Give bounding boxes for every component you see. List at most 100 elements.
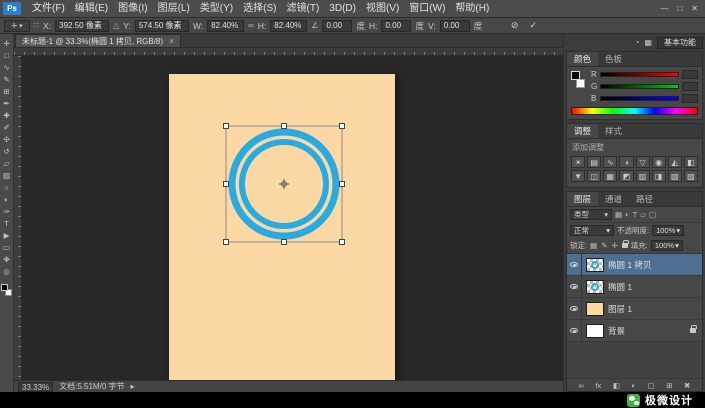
document-canvas[interactable] bbox=[169, 74, 395, 380]
zoom-tool[interactable]: ◎ bbox=[0, 267, 13, 276]
commit-transform-icon[interactable]: ✓ bbox=[529, 20, 537, 31]
foreground-color-swatch[interactable] bbox=[571, 71, 580, 80]
pen-tool[interactable]: ✑ bbox=[0, 207, 13, 216]
v-skew-input[interactable]: 0.00 bbox=[439, 19, 470, 32]
shape-tool[interactable]: ▭ bbox=[0, 243, 13, 252]
layer-name[interactable]: 椭圆 1 拷贝 bbox=[608, 259, 651, 271]
exposure-icon[interactable]: ◑ bbox=[619, 156, 634, 168]
gradient-map-icon[interactable]: ▨ bbox=[683, 170, 698, 182]
color-lookup-icon[interactable]: ▦ bbox=[603, 170, 618, 182]
tool-preset-dropdown[interactable]: ✛ ▾ bbox=[4, 19, 30, 32]
eraser-tool[interactable]: ▱ bbox=[0, 159, 13, 168]
h-skew-input[interactable]: 0.00 bbox=[381, 19, 412, 32]
layer-thumbnail[interactable] bbox=[586, 279, 604, 294]
layer-name[interactable]: 图层 1 bbox=[608, 303, 632, 315]
foreground-color-swatch[interactable] bbox=[1, 284, 8, 291]
lock-all-icon[interactable] bbox=[621, 240, 629, 248]
gradient-tool[interactable]: ▨ bbox=[0, 171, 13, 180]
transform-handle-n[interactable] bbox=[281, 123, 287, 129]
panel-grid-icon[interactable]: ▦ bbox=[644, 38, 652, 47]
layer-thumbnail[interactable] bbox=[586, 257, 604, 272]
visibility-toggle[interactable] bbox=[567, 254, 582, 275]
layer-style-icon[interactable]: fx bbox=[595, 381, 601, 390]
tab-color[interactable]: 颜色 bbox=[567, 52, 599, 66]
color-spectrum-ramp[interactable] bbox=[571, 107, 698, 115]
menu-edit[interactable]: 编辑(E) bbox=[70, 0, 113, 18]
blue-slider[interactable] bbox=[600, 96, 679, 101]
healing-brush-tool[interactable]: ✚ bbox=[0, 111, 13, 120]
color-swatches[interactable] bbox=[1, 284, 12, 296]
new-adjustment-layer-icon[interactable]: ◐ bbox=[631, 381, 636, 390]
crop-tool[interactable]: ⊞ bbox=[0, 87, 13, 96]
layer-row-layer-1[interactable]: 图层 1 bbox=[567, 298, 702, 320]
link-layers-icon[interactable]: ∞ bbox=[579, 381, 584, 390]
photo-filter-icon[interactable]: ▼ bbox=[571, 170, 586, 182]
hand-tool[interactable]: ✥ bbox=[0, 255, 13, 264]
vibrance-icon[interactable]: ▽ bbox=[635, 156, 650, 168]
status-options-arrow-icon[interactable]: ▸ bbox=[131, 382, 135, 391]
transform-handle-sw[interactable] bbox=[223, 239, 229, 245]
visibility-toggle[interactable] bbox=[567, 298, 582, 319]
quick-selection-tool[interactable]: ✎ bbox=[0, 75, 13, 84]
layer-name[interactable]: 椭圆 1 bbox=[608, 281, 632, 293]
history-panel-icon[interactable]: ◔ bbox=[635, 38, 640, 47]
blue-value-input[interactable] bbox=[682, 94, 698, 103]
transform-center-point[interactable] bbox=[279, 179, 289, 189]
new-layer-icon[interactable]: ⊞ bbox=[666, 381, 672, 390]
clone-stamp-tool[interactable]: ✣ bbox=[0, 135, 13, 144]
relative-position-icon[interactable]: △ bbox=[113, 21, 119, 30]
transform-handle-s[interactable] bbox=[281, 239, 287, 245]
document-tab[interactable]: 未标题-1 @ 33.3%(椭圆 1 拷贝, RGB/8) × bbox=[15, 34, 182, 47]
levels-icon[interactable]: ▤ bbox=[587, 156, 602, 168]
visibility-toggle[interactable] bbox=[567, 276, 582, 297]
menu-window[interactable]: 窗口(W) bbox=[404, 0, 450, 18]
blur-tool[interactable]: ○ bbox=[0, 183, 13, 192]
visibility-toggle[interactable] bbox=[567, 320, 582, 341]
green-value-input[interactable] bbox=[682, 82, 698, 91]
menu-file[interactable]: 文件(F) bbox=[27, 0, 70, 18]
ps-logo-icon[interactable]: Ps bbox=[3, 2, 21, 15]
workspace-switcher[interactable]: 基本功能 bbox=[657, 36, 703, 49]
link-dimensions-icon[interactable]: ∞ bbox=[248, 21, 254, 30]
filter-smart-object-icon[interactable]: ▢ bbox=[649, 210, 656, 219]
layer-filter-dropdown[interactable]: 类型 ▾ bbox=[570, 209, 612, 220]
lock-transparent-pixels-icon[interactable]: ▦ bbox=[590, 241, 597, 250]
delete-layer-icon[interactable]: ✖ bbox=[684, 381, 690, 390]
hue-saturation-icon[interactable]: ◉ bbox=[651, 156, 666, 168]
panel-color-swatches[interactable] bbox=[571, 70, 587, 94]
minimize-icon[interactable]: — bbox=[660, 4, 668, 13]
add-layer-mask-icon[interactable]: ◧ bbox=[613, 381, 620, 390]
y-input[interactable]: 574.50 像素 bbox=[134, 19, 189, 32]
layer-row-ellipse-1-copy[interactable]: 椭圆 1 拷贝 bbox=[567, 254, 702, 276]
menu-3d[interactable]: 3D(D) bbox=[324, 0, 361, 18]
menu-view[interactable]: 视图(V) bbox=[361, 0, 404, 18]
tab-channels[interactable]: 通道 bbox=[598, 192, 629, 206]
cancel-transform-icon[interactable]: ⊘ bbox=[511, 20, 519, 31]
red-value-input[interactable] bbox=[682, 70, 698, 79]
filter-adjustment-layers-icon[interactable]: ◐ bbox=[625, 210, 630, 219]
posterize-icon[interactable]: ▥ bbox=[635, 170, 650, 182]
close-icon[interactable]: ✕ bbox=[691, 4, 698, 13]
blend-mode-dropdown[interactable]: 正常 ▾ bbox=[570, 225, 614, 236]
history-brush-tool[interactable]: ↺ bbox=[0, 147, 13, 156]
eyedropper-tool[interactable]: ✒ bbox=[0, 99, 13, 108]
height-input[interactable]: 82.40% bbox=[270, 19, 308, 32]
width-input[interactable]: 82.40% bbox=[207, 19, 245, 32]
lock-image-pixels-icon[interactable]: ✎ bbox=[601, 241, 607, 250]
canvas[interactable] bbox=[22, 56, 563, 380]
selective-color-icon[interactable]: ▧ bbox=[667, 170, 682, 182]
transform-handle-e[interactable] bbox=[339, 181, 345, 187]
invert-icon[interactable]: ◩ bbox=[619, 170, 634, 182]
path-selection-tool[interactable]: ▶ bbox=[0, 231, 13, 240]
menu-image[interactable]: 图像(I) bbox=[113, 0, 152, 18]
transform-handle-w[interactable] bbox=[223, 181, 229, 187]
move-tool[interactable]: ✛ bbox=[0, 39, 13, 48]
transform-handle-ne[interactable] bbox=[339, 123, 345, 129]
layer-name[interactable]: 背景 bbox=[608, 325, 625, 337]
tab-paths[interactable]: 路径 bbox=[629, 192, 660, 206]
channel-mixer-icon[interactable]: ◫ bbox=[587, 170, 602, 182]
x-input[interactable]: 392.50 像素 bbox=[55, 19, 110, 32]
layer-thumbnail[interactable] bbox=[586, 323, 604, 338]
marquee-tool[interactable]: □ bbox=[0, 51, 13, 60]
background-color-swatch[interactable] bbox=[576, 79, 585, 88]
